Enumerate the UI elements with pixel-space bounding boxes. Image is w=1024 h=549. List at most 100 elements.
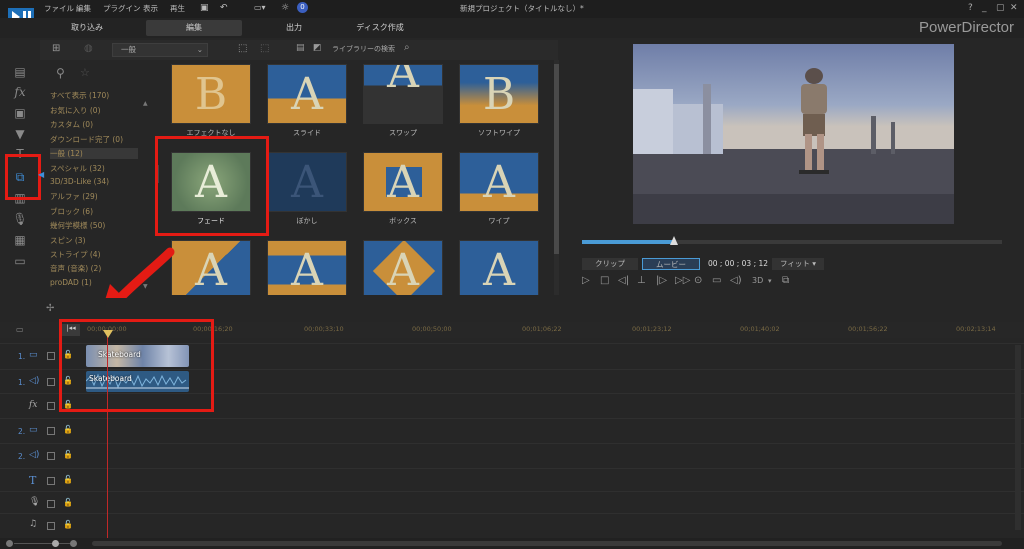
subtitle-icon[interactable]: ▭: [712, 275, 721, 286]
track-enable-checkbox[interactable]: [47, 477, 55, 485]
tag-icon[interactable]: ⚲: [56, 66, 65, 80]
track-enable-checkbox[interactable]: [47, 378, 55, 386]
subtitle-room-icon[interactable]: ▭: [12, 253, 28, 269]
category-item[interactable]: すべて表示 (170): [50, 90, 109, 101]
track-enable-checkbox[interactable]: [47, 452, 55, 460]
play-icon[interactable]: ▷: [582, 275, 590, 286]
movie-mode-button[interactable]: ムービー: [642, 258, 700, 270]
category-item[interactable]: ブロック (6): [50, 206, 93, 217]
track-enable-checkbox[interactable]: [47, 522, 55, 530]
transition-thumb[interactable]: A: [267, 64, 347, 124]
stop-icon[interactable]: □: [600, 275, 609, 286]
menu-view[interactable]: 表示: [143, 3, 158, 14]
brightness-icon[interactable]: ☼: [281, 3, 289, 13]
preview-scrubber[interactable]: [582, 236, 1002, 245]
menu-plugins[interactable]: プラグイン: [103, 3, 141, 14]
zoom-slider-handle[interactable]: [52, 540, 59, 547]
download-icon[interactable]: ⬚: [238, 43, 247, 54]
voice-over-icon[interactable]: 🎙: [12, 211, 28, 227]
zoom-slider-track[interactable]: [14, 543, 70, 544]
transition-thumb[interactable]: A: [459, 240, 539, 295]
transition-thumb[interactable]: A: [363, 240, 443, 295]
undock-icon[interactable]: ⧉: [782, 275, 789, 286]
timeline-horizontal-scrollbar[interactable]: [0, 538, 1024, 549]
track-manager-icon[interactable]: ▭: [16, 325, 24, 334]
volume-icon[interactable]: ◁): [730, 275, 742, 286]
collapse-arrow-icon[interactable]: ▲: [143, 100, 148, 107]
snapshot-icon[interactable]: ⊙: [694, 275, 702, 286]
timeline-vertical-scrollbar[interactable]: [1015, 345, 1021, 530]
mark-in-icon[interactable]: ⊥: [637, 275, 646, 286]
next-frame-icon[interactable]: |▷: [656, 275, 667, 286]
library-search-input[interactable]: ライブラリーの検索: [332, 44, 395, 54]
track-enable-checkbox[interactable]: [47, 427, 55, 435]
arrange-icon[interactable]: ✢: [46, 303, 54, 314]
category-item-selected[interactable]: 一般 (12): [50, 148, 138, 159]
category-item[interactable]: カスタム (0): [50, 119, 93, 130]
scrubber-handle[interactable]: [670, 236, 679, 245]
timecode-display[interactable]: 00 ; 00 ; 03 ; 12: [707, 258, 769, 270]
zoom-fit-select[interactable]: フィット ▾: [772, 258, 824, 270]
transition-thumb[interactable]: A: [459, 152, 539, 212]
view-list-icon[interactable]: ▤: [296, 43, 305, 53]
import-icon[interactable]: ⊞: [52, 43, 60, 54]
pip-room-icon[interactable]: ▣: [12, 105, 28, 121]
particle-room-icon[interactable]: ▼: [12, 126, 28, 142]
chevron-down-icon[interactable]: ▾: [768, 277, 772, 285]
3d-mode-button[interactable]: 3D: [752, 276, 763, 285]
notification-badge[interactable]: 0: [297, 2, 308, 13]
menu-edit[interactable]: 編集: [76, 3, 91, 14]
favorite-icon[interactable]: ☆: [80, 66, 90, 79]
category-select[interactable]: 一般 ⌄: [112, 43, 208, 57]
clip-mode-button[interactable]: クリップ: [582, 258, 638, 270]
chapter-room-icon[interactable]: ▦: [12, 232, 28, 248]
save-icon[interactable]: ▣: [200, 3, 209, 13]
undo-icon[interactable]: ↶: [220, 3, 228, 13]
category-item[interactable]: アルファ (29): [50, 191, 98, 202]
zoom-out-icon[interactable]: [6, 540, 13, 547]
category-item[interactable]: スペシャル (32): [50, 163, 105, 174]
previous-frame-icon[interactable]: ◁|: [618, 275, 629, 286]
lock-icon[interactable]: 🔓: [63, 498, 73, 507]
category-item[interactable]: 3D/3D-Like (34): [50, 177, 109, 186]
restore-icon[interactable]: ▢: [996, 3, 1005, 13]
close-icon[interactable]: ✕: [1010, 3, 1018, 13]
track-enable-checkbox[interactable]: [47, 500, 55, 508]
search-icon[interactable]: ⌕: [404, 42, 410, 53]
upload-icon[interactable]: ⬚: [260, 43, 269, 54]
tab-capture[interactable]: 取り込み: [62, 20, 112, 36]
transition-thumb[interactable]: B: [171, 64, 251, 124]
category-item[interactable]: 音声 (音楽) (2): [50, 263, 101, 274]
lock-icon[interactable]: 🔓: [63, 475, 73, 484]
tab-output[interactable]: 出力: [272, 20, 316, 36]
tab-disc[interactable]: ディスク作成: [340, 20, 420, 36]
lock-icon[interactable]: 🔓: [63, 425, 73, 434]
help-icon[interactable]: ?: [968, 3, 973, 13]
media-room-icon[interactable]: ▤: [12, 64, 28, 80]
transition-thumb[interactable]: A: [363, 152, 443, 212]
battery-icon[interactable]: ▭▾: [254, 3, 266, 12]
minimize-icon[interactable]: _: [982, 3, 987, 13]
category-item[interactable]: 幾何学模様 (50): [50, 220, 105, 231]
lock-icon[interactable]: 🔓: [63, 520, 73, 529]
track-enable-checkbox[interactable]: [47, 352, 55, 360]
view-grid-icon[interactable]: ◩: [313, 43, 322, 53]
menu-file[interactable]: ファイル: [44, 3, 74, 14]
category-item[interactable]: ストライプ (4): [50, 249, 101, 260]
tab-edit[interactable]: 編集: [146, 20, 242, 36]
category-item[interactable]: proDAD (1): [50, 278, 92, 287]
track-enable-checkbox[interactable]: [47, 402, 55, 410]
transition-thumb[interactable]: A: [267, 240, 347, 295]
transition-thumb[interactable]: A: [267, 152, 347, 212]
lock-icon[interactable]: 🔓: [63, 450, 73, 459]
zoom-in-icon[interactable]: [70, 540, 77, 547]
category-item[interactable]: お気に入り (0): [50, 105, 101, 116]
preview-video[interactable]: [633, 44, 954, 224]
category-item[interactable]: スピン (3): [50, 235, 86, 246]
library-scrollbar[interactable]: [554, 60, 559, 295]
fx-room-icon[interactable]: fx: [12, 84, 28, 100]
horizontal-scroll-thumb[interactable]: [92, 541, 1002, 546]
transition-thumb[interactable]: A: [363, 64, 443, 124]
plugin-icon[interactable]: ◍: [84, 43, 93, 54]
transition-thumb[interactable]: A: [171, 240, 251, 295]
